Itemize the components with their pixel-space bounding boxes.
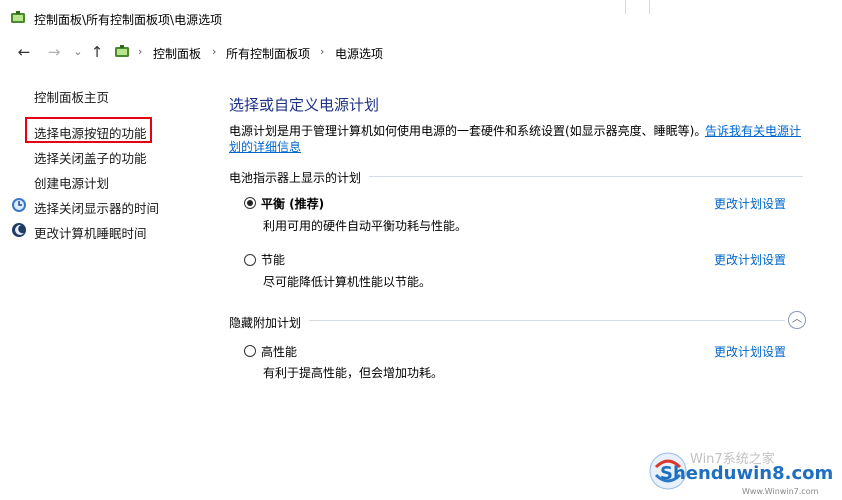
page-description: 电源计划是用于管理计算机如何使用电源的一套硬件和系统设置(如显示器亮度、睡眠等)… — [229, 124, 707, 138]
breadcrumb-all-items[interactable]: 所有控制面板项 — [226, 45, 310, 62]
control-panel-icon — [115, 45, 129, 57]
plan-balanced-description: 利用可用的硬件自动平衡功耗与性能。 — [263, 219, 468, 233]
plan-balanced-settings-link[interactable]: 更改计划设置 — [714, 195, 786, 212]
section-divider — [369, 176, 803, 177]
watermark-logo-icon: Win7系统之家 Shenduwin8.com Www.Winwin7.com — [649, 451, 833, 496]
plan-high-performance-description: 有利于提高性能，但会增加功耗。 — [263, 366, 444, 380]
section-divider — [309, 320, 785, 321]
display-off-time-link[interactable]: 选择关闭显示器的时间 — [34, 198, 159, 217]
plan-balanced-name[interactable]: 平衡 (推荐) — [261, 195, 324, 212]
sleep-time-link[interactable]: 更改计算机睡眠时间 — [34, 223, 147, 242]
breadcrumb-control-panel[interactable]: 控制面板 — [153, 45, 201, 62]
display-off-icon — [12, 198, 26, 212]
breadcrumb-power-options[interactable]: 电源选项 — [335, 45, 383, 62]
battery-plans-heading: 电池指示器上显示的计划 — [229, 171, 362, 185]
recent-locations-chevron-icon[interactable]: ⌄ — [68, 42, 88, 62]
control-panel-home-link[interactable]: 控制面板主页 — [34, 87, 109, 106]
create-power-plan-link[interactable]: 创建电源计划 — [34, 173, 109, 192]
breadcrumb-separator: › — [138, 45, 143, 58]
plan-high-performance-settings-link[interactable]: 更改计划设置 — [714, 343, 786, 360]
up-arrow-icon[interactable]: ↑ — [87, 42, 107, 62]
page-title: 选择或自定义电源计划 — [229, 96, 380, 114]
power-options-icon — [11, 11, 25, 23]
plan-balanced-radio[interactable] — [244, 197, 256, 209]
plan-power-saver-settings-link[interactable]: 更改计划设置 — [714, 251, 786, 268]
back-arrow-icon[interactable]: ← — [14, 42, 34, 62]
watermark: Win7系统之家 Shenduwin8.com Www.Winwin7.com — [646, 443, 842, 497]
plan-high-performance-name[interactable]: 高性能 — [261, 343, 297, 360]
breadcrumb-separator: › — [212, 45, 217, 58]
sleep-moon-icon — [12, 223, 26, 237]
hidden-plans-heading: 隐藏附加计划 — [229, 316, 302, 330]
forward-arrow-icon[interactable]: → — [44, 42, 64, 62]
breadcrumb-separator: › — [320, 45, 325, 58]
plan-power-saver-radio[interactable] — [244, 254, 256, 266]
plan-power-saver-name[interactable]: 节能 — [261, 251, 285, 268]
address-bar[interactable] — [108, 42, 842, 64]
watermark-title: Shenduwin8.com — [660, 463, 833, 484]
collapse-chevron-icon[interactable]: ︿ — [788, 311, 806, 329]
learn-more-link[interactable]: 告诉我有关电源计 — [705, 122, 801, 139]
lid-close-function-link[interactable]: 选择关闭盖子的功能 — [34, 148, 147, 167]
watermark-url: Www.Winwin7.com — [742, 487, 819, 496]
plan-high-performance-radio[interactable] — [244, 345, 256, 357]
learn-more-link-continued[interactable]: 划的详细信息 — [229, 138, 301, 155]
window-title: 控制面板\所有控制面板项\电源选项 — [34, 13, 223, 27]
plan-power-saver-description: 尽可能降低计算机性能以节能。 — [263, 275, 432, 289]
power-button-function-link[interactable]: 选择电源按钮的功能 — [34, 123, 147, 142]
window-controls[interactable] — [623, 0, 842, 36]
